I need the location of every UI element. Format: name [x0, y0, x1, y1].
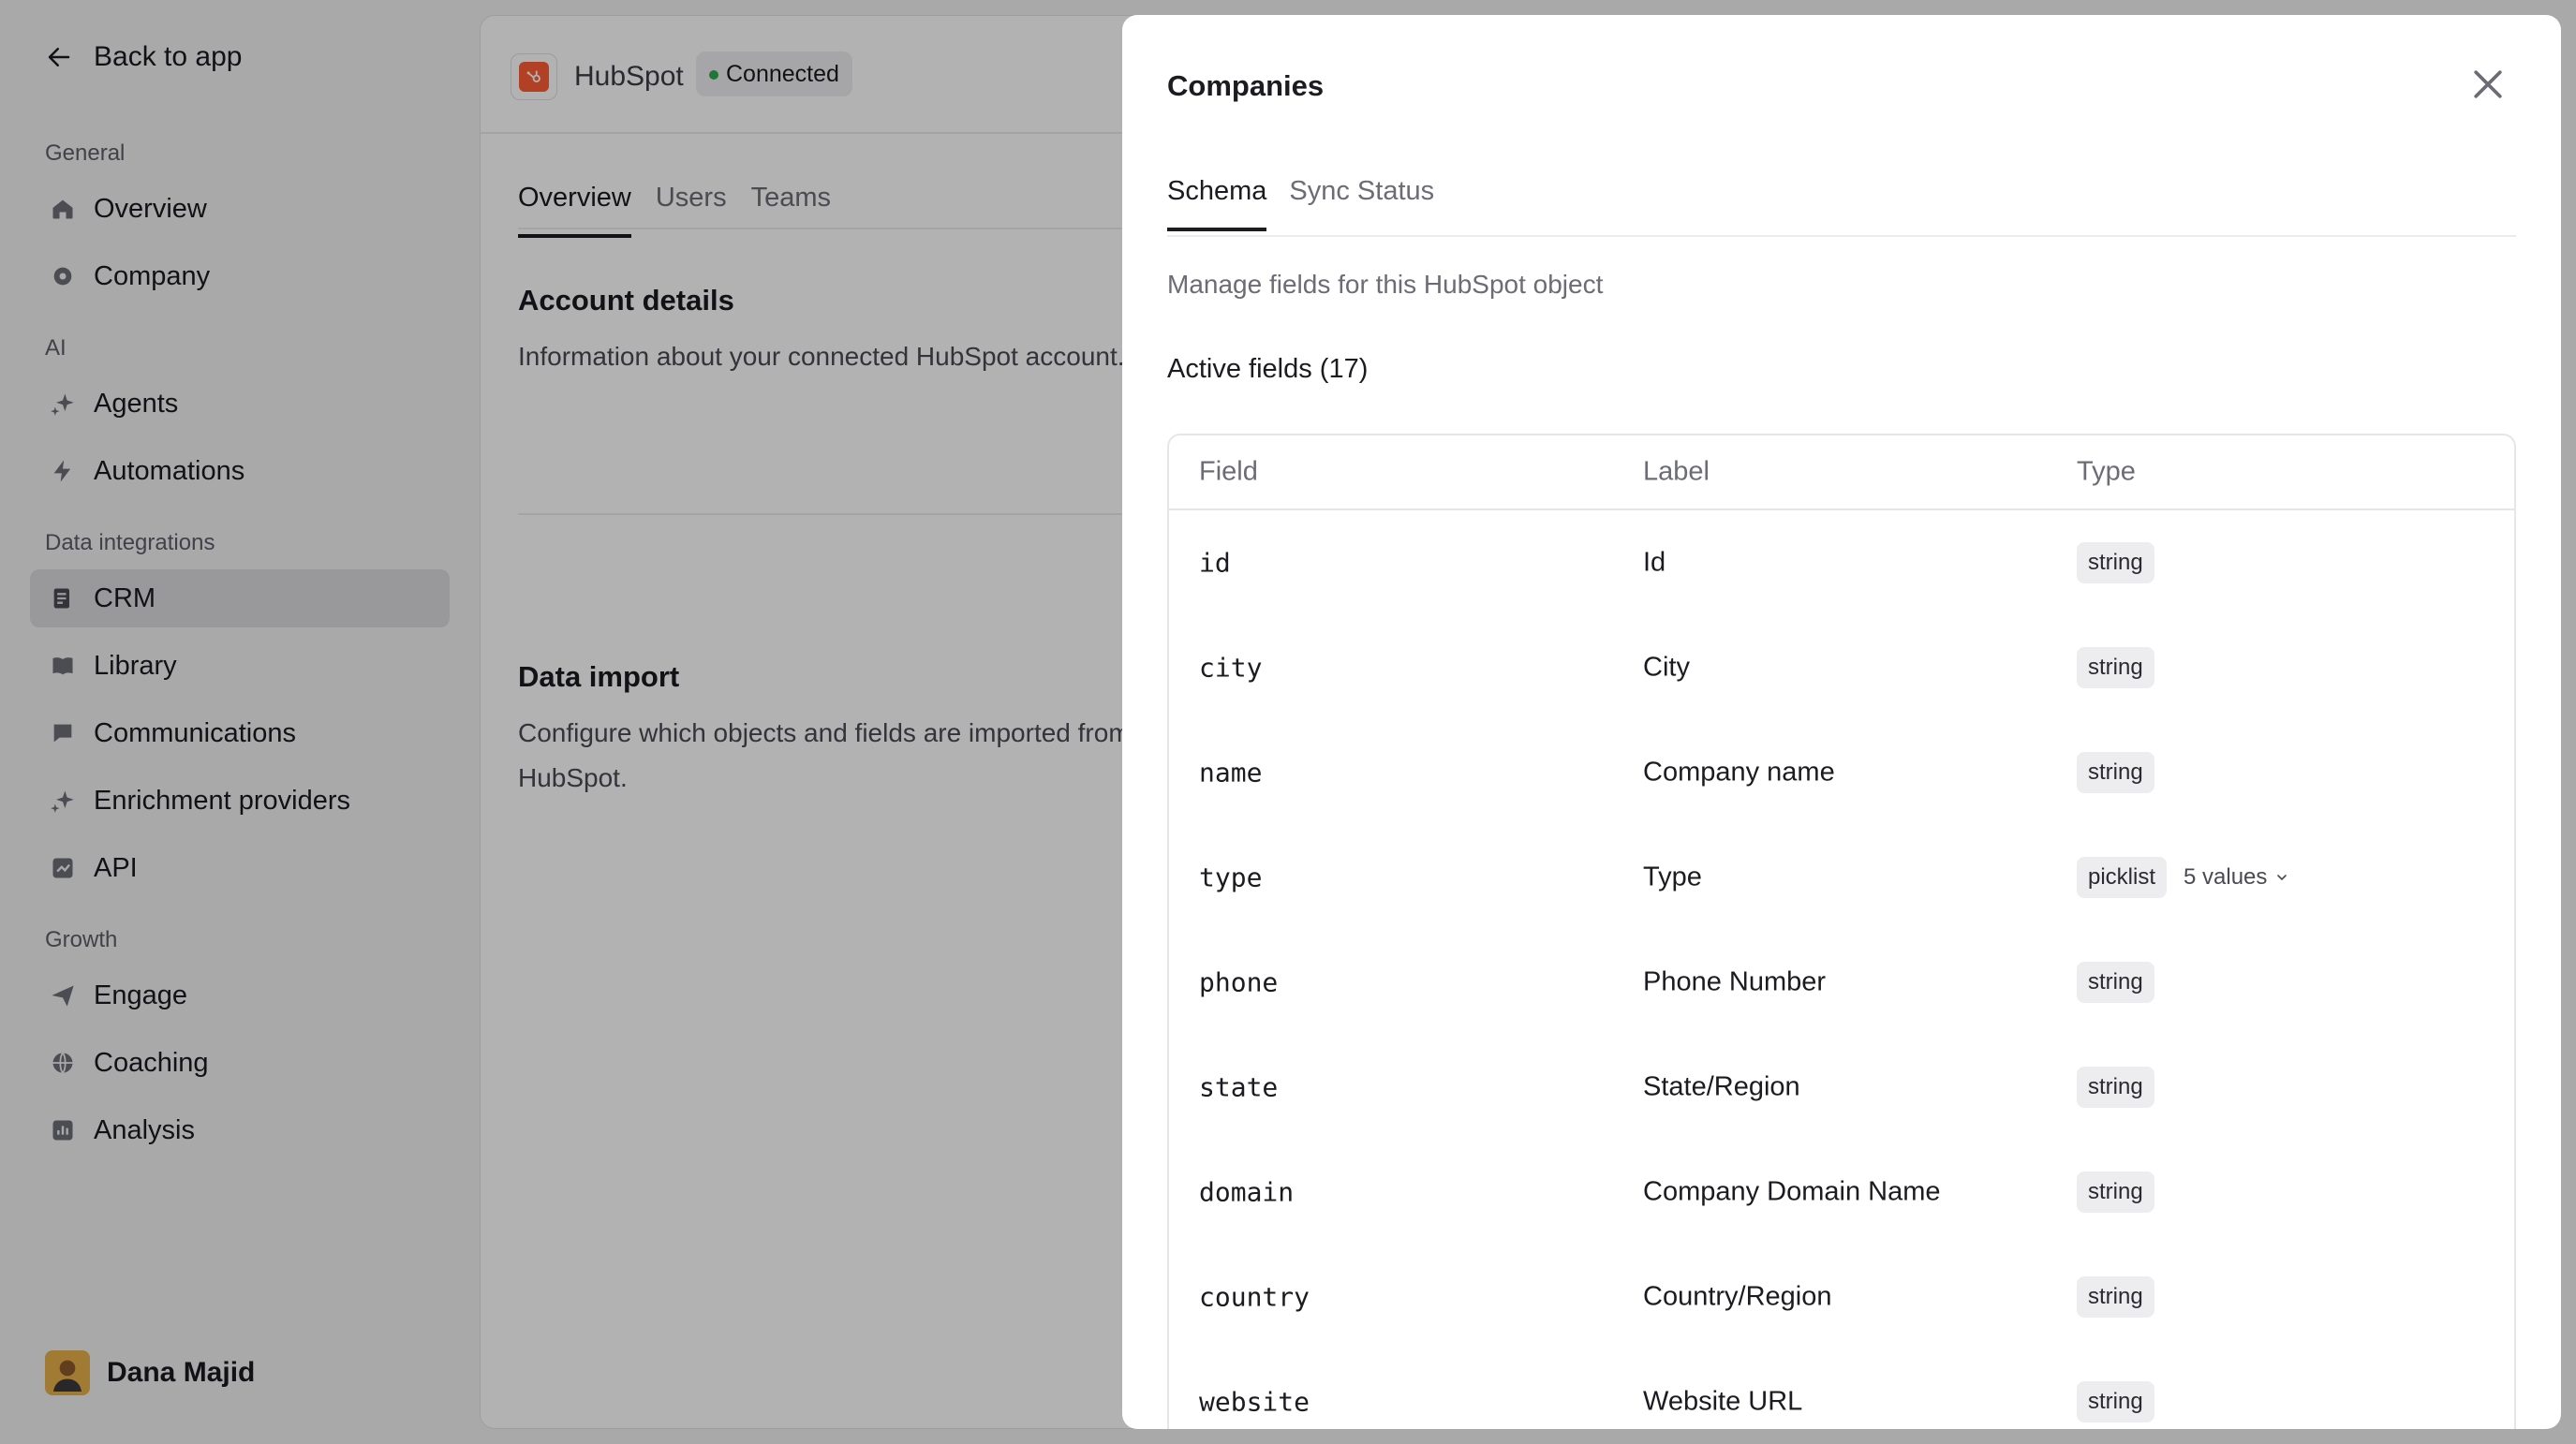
type-badge: string — [2077, 1067, 2154, 1108]
field-name: phone — [1199, 966, 1279, 998]
type-badge: string — [2077, 542, 2154, 583]
chevron-down-icon — [2277, 875, 2287, 881]
type-badge: string — [2077, 647, 2154, 688]
drawer-tabs: Schema Sync Status — [1167, 176, 1434, 231]
column-header-type: Type — [2077, 456, 2136, 487]
field-name: website — [1199, 1386, 1310, 1418]
field-name: city — [1199, 652, 1263, 684]
column-header-label: Label — [1643, 456, 1710, 487]
table-row: type Type picklist 5 values — [1169, 825, 2514, 930]
field-name: type — [1199, 862, 1263, 893]
tabs-divider — [1167, 235, 2516, 237]
field-label: Company Domain Name — [1643, 1176, 1941, 1207]
field-label: City — [1643, 652, 1690, 683]
companies-drawer: Companies Schema Sync Status Manage fiel… — [1122, 15, 2561, 1429]
table-row: website Website URL string — [1169, 1349, 2514, 1429]
fields-table: Field Label Type id Id string city City … — [1167, 434, 2516, 1429]
table-header: Field Label Type — [1169, 435, 2514, 510]
field-label: Country/Region — [1643, 1281, 1832, 1312]
table-row: state State/Region string — [1169, 1035, 2514, 1140]
column-header-field: Field — [1199, 456, 1258, 487]
field-label: Type — [1643, 862, 1702, 892]
field-name: state — [1199, 1071, 1279, 1103]
type-badge: string — [2077, 1276, 2154, 1318]
drawer-description: Manage fields for this HubSpot object — [1167, 270, 1604, 299]
close-button[interactable] — [2467, 64, 2509, 105]
field-name: country — [1199, 1281, 1310, 1313]
field-name: id — [1199, 547, 1231, 579]
type-badge: string — [2077, 752, 2154, 793]
table-row: domain Company Domain Name string — [1169, 1140, 2514, 1245]
field-label: State/Region — [1643, 1071, 1800, 1102]
field-label: Website URL — [1643, 1386, 1803, 1417]
tab-sync-status[interactable]: Sync Status — [1289, 176, 1434, 231]
table-row: id Id string — [1169, 510, 2514, 615]
tab-schema[interactable]: Schema — [1167, 176, 1267, 231]
close-icon — [2474, 70, 2502, 98]
field-label: Phone Number — [1643, 966, 1827, 997]
table-row: name Company name string — [1169, 720, 2514, 825]
picklist-values-dropdown[interactable]: 5 values — [2184, 864, 2289, 891]
type-badge: picklist — [2077, 857, 2168, 898]
drawer-title: Companies — [1167, 69, 1325, 102]
field-name: name — [1199, 757, 1263, 788]
type-badge: string — [2077, 1381, 2154, 1422]
table-row: phone Phone Number string — [1169, 930, 2514, 1035]
active-fields-heading: Active fields (17) — [1167, 354, 1369, 384]
field-label: Id — [1643, 547, 1666, 578]
table-row: city City string — [1169, 615, 2514, 720]
field-label: Company name — [1643, 757, 1835, 788]
table-row: country Country/Region string — [1169, 1245, 2514, 1349]
type-badge: string — [2077, 1171, 2154, 1213]
type-badge: string — [2077, 962, 2154, 1003]
picklist-values-label: 5 values — [2184, 864, 2268, 890]
field-name: domain — [1199, 1176, 1295, 1208]
